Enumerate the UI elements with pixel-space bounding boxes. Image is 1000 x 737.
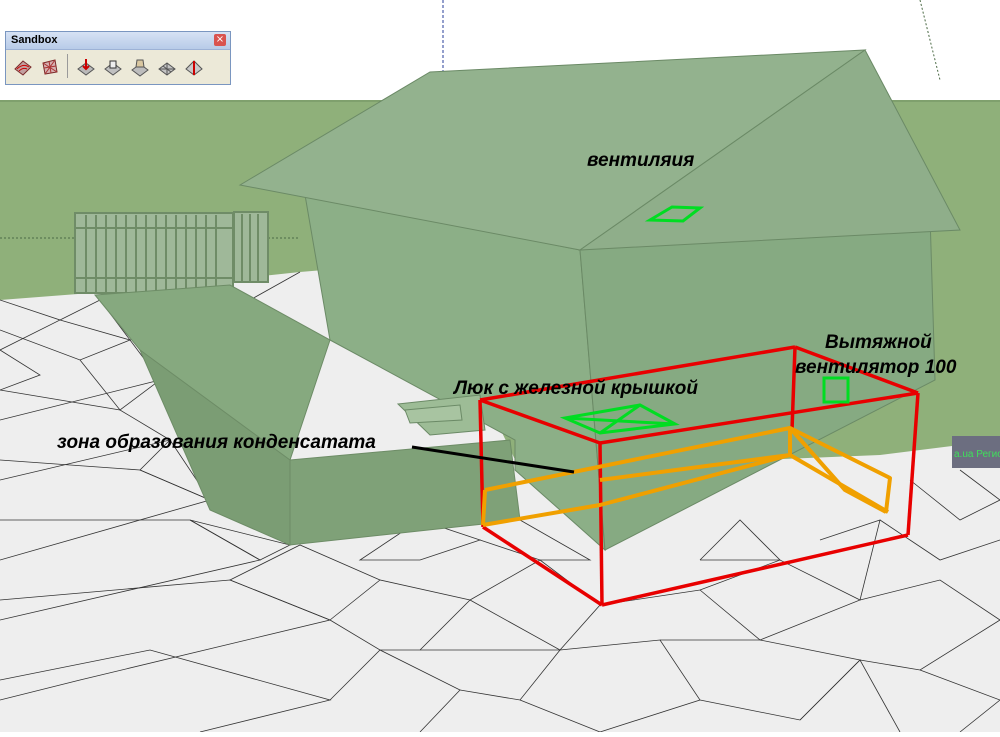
exhaust-fan-label-line2: вентилятор 100: [795, 357, 957, 378]
from-scratch-tool-button[interactable]: [37, 54, 62, 79]
from-contours-tool-icon: [13, 59, 32, 76]
3d-viewport[interactable]: вентиляия Вытяжной вентилятор 100 Люк с …: [0, 0, 1000, 733]
stamp-tool-icon: [103, 60, 122, 76]
add-detail-tool-icon: [157, 61, 176, 76]
gate-fence: [74, 211, 269, 294]
from-contours-tool-button[interactable]: [10, 54, 35, 79]
toolbar-separator: [67, 54, 68, 78]
add-detail-tool-button[interactable]: [154, 54, 179, 79]
flip-edge-tool-icon: [184, 59, 203, 76]
hatch-label: Люк с железной крышкой: [454, 378, 699, 399]
region-tag-text: a.ua Регио: [954, 449, 1000, 460]
region-tag: a.ua Регио: [952, 436, 1000, 468]
exhaust-fan-label-line1: Вытяжной: [825, 332, 932, 353]
from-scratch-tool-icon: [41, 58, 58, 75]
drape-tool-icon: [130, 59, 149, 77]
sandbox-tools: [10, 54, 206, 79]
stamp-tool-button[interactable]: [100, 54, 125, 79]
flip-edge-tool-button[interactable]: [181, 54, 206, 79]
sandbox-toolbar-title-bar[interactable]: Sandbox ×: [6, 32, 230, 50]
sandbox-toolbar[interactable]: Sandbox ×: [5, 31, 231, 85]
condensate-zone-label: зона образования конденсатата: [57, 432, 376, 453]
sandbox-toolbar-title: Sandbox: [11, 34, 58, 46]
drape-tool-button[interactable]: [127, 54, 152, 79]
ventilation-label: вентиляия: [587, 150, 695, 171]
close-button[interactable]: ×: [214, 34, 226, 46]
smoove-tool-icon: [76, 58, 95, 76]
smoove-tool-button[interactable]: [73, 54, 98, 79]
